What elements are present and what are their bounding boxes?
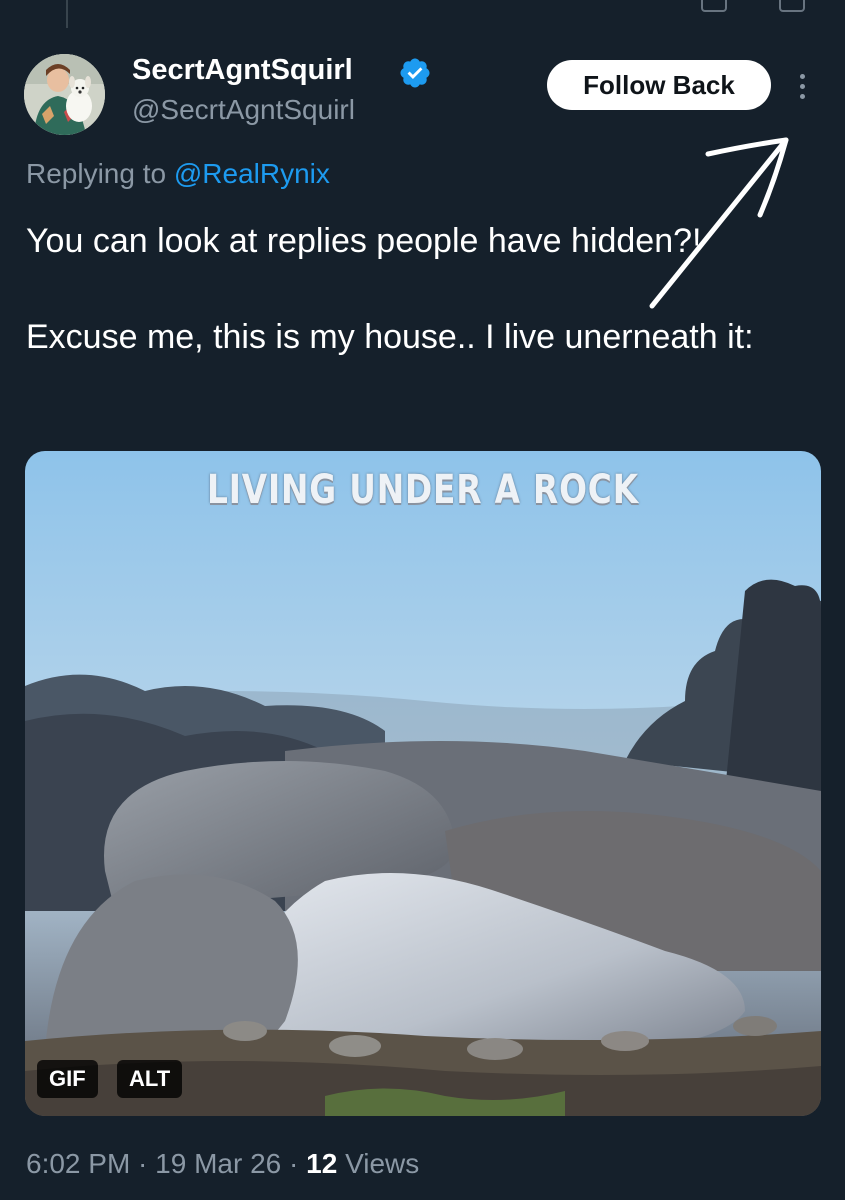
tweet-text: You can look at replies people have hidd… xyxy=(26,217,826,361)
tweet-paragraph: Excuse me, this is my house.. I live une… xyxy=(26,318,754,356)
reply-mention-link[interactable]: @RealRynix xyxy=(174,158,330,189)
gif-badge: GIF xyxy=(37,1060,98,1098)
bookmark-icon[interactable] xyxy=(701,0,727,12)
replying-to-label: Replying to xyxy=(26,158,174,189)
views-count[interactable]: 12 xyxy=(306,1148,337,1179)
tweet-meta: 6:02 PM · 19 Mar 26 · 12 Views xyxy=(26,1148,419,1180)
previous-tweet-actions xyxy=(701,0,805,12)
gif-scene-image xyxy=(25,451,821,1116)
tweet-paragraph: You can look at replies people have hidd… xyxy=(26,222,702,260)
replying-to-line: Replying to @RealRynix xyxy=(26,158,330,190)
author-handle[interactable]: @SecrtAgntSquirl xyxy=(132,94,355,126)
tweet-date[interactable]: 19 Mar 26 xyxy=(155,1148,281,1179)
avatar-image xyxy=(24,54,105,135)
avatar[interactable] xyxy=(24,54,105,135)
alt-text-button[interactable]: ALT xyxy=(117,1060,183,1098)
verified-badge-icon[interactable] xyxy=(398,56,432,90)
meta-separator: · xyxy=(130,1148,156,1179)
views-label[interactable]: Views xyxy=(337,1148,419,1179)
share-icon[interactable] xyxy=(779,0,805,12)
more-vertical-icon[interactable] xyxy=(790,66,814,106)
meta-separator: · xyxy=(281,1148,307,1179)
more-dot xyxy=(799,73,805,79)
author-display-name[interactable]: SecrtAgntSquirl xyxy=(132,54,353,87)
gif-caption-text: LIVING UNDER A ROCK xyxy=(207,467,639,513)
more-dot xyxy=(799,83,805,89)
follow-back-button[interactable]: Follow Back xyxy=(547,60,771,110)
tweet-media-gif[interactable]: LIVING UNDER A ROCK xyxy=(25,451,821,1116)
tweet-time[interactable]: 6:02 PM xyxy=(26,1148,130,1179)
thread-connector-line xyxy=(66,0,68,28)
more-dot xyxy=(799,93,805,99)
